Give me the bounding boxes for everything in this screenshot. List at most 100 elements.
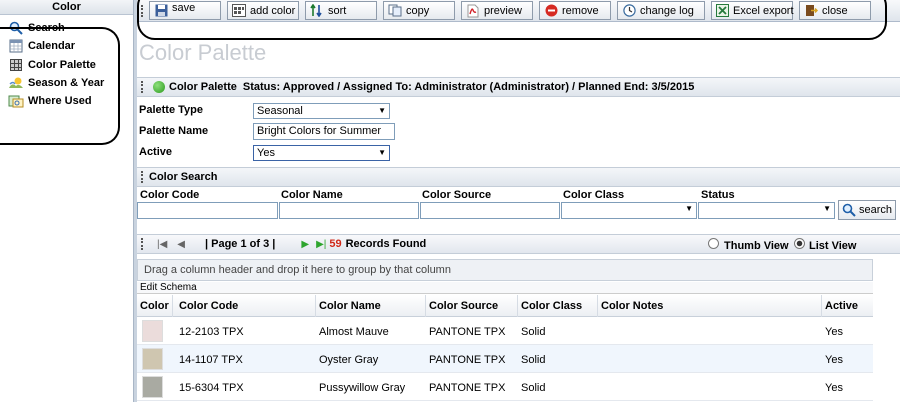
color-code-search-input[interactable] xyxy=(137,202,278,219)
thumb-view-label: Thumb View xyxy=(724,240,789,252)
color-source-search-input[interactable] xyxy=(420,202,560,219)
exit-door-icon xyxy=(804,4,818,17)
excel-icon xyxy=(716,4,729,17)
sidebar-item-label: Calendar xyxy=(28,40,76,53)
page-indicator: | Page 1 of 3 | xyxy=(205,238,276,250)
status-ok-icon xyxy=(153,81,165,93)
palette-name-input[interactable]: Bright Colors for Summer xyxy=(253,123,395,140)
cell-color-class: Solid xyxy=(521,354,546,366)
preview-label: preview xyxy=(484,4,522,17)
change-log-button[interactable]: change log xyxy=(617,1,705,20)
table-row[interactable]: 12-2103 TPX Almost Mauve PANTONE TPX Sol… xyxy=(137,317,873,345)
sidebar-item-color-palette[interactable]: Color Palette xyxy=(0,56,133,74)
close-button[interactable]: close xyxy=(799,1,871,20)
cell-color-name: Pussywillow Gray xyxy=(319,382,406,394)
dropdown-arrow-icon: ▼ xyxy=(378,148,386,157)
sidebar-item-search[interactable]: Search xyxy=(0,19,133,37)
records-found-label: Records Found xyxy=(345,238,427,250)
status-title: Color Palette xyxy=(169,81,237,93)
toolbar: save add color sort copy preview remove … xyxy=(137,0,900,22)
palette-name-value: Bright Colors for Summer xyxy=(257,125,382,137)
color-swatch xyxy=(142,320,163,342)
section-grip[interactable] xyxy=(141,171,144,183)
search-icon xyxy=(8,21,24,35)
copy-icon xyxy=(388,4,402,17)
sidebar-item-calendar[interactable]: Calendar xyxy=(0,37,133,55)
pager-grip[interactable] xyxy=(141,238,144,250)
palette-type-select[interactable]: Seasonal ▼ xyxy=(253,103,390,119)
status-search-select[interactable]: ▼ xyxy=(698,202,835,219)
search-icon xyxy=(842,203,856,217)
cell-color-code: 15-6304 TPX xyxy=(179,382,244,394)
search-button[interactable]: search xyxy=(838,200,896,220)
save-button[interactable]: save xyxy=(149,1,221,20)
column-header-color-name[interactable]: Color Name xyxy=(319,300,381,312)
right-gutter xyxy=(873,259,900,402)
left-navigation-panel: Color Search Calendar Color Palette Seas… xyxy=(0,0,134,402)
prev-page-icon[interactable]: ◀ xyxy=(177,239,185,250)
color-swatch xyxy=(142,348,163,370)
column-header-color[interactable]: Color xyxy=(140,300,169,312)
color-search-bar: Color Search xyxy=(137,167,900,187)
column-header-color-class[interactable]: Color Class xyxy=(521,300,582,312)
table-row[interactable]: 14-1107 TPX Oyster Gray PANTONE TPX Soli… xyxy=(137,345,873,373)
column-header-color-code[interactable]: Color Code xyxy=(179,300,238,312)
cell-color-name: Almost Mauve xyxy=(319,326,389,338)
palette-status-bar: Color Palette Status: Approved / Assigne… xyxy=(137,77,900,97)
close-label: close xyxy=(822,4,848,17)
season-icon xyxy=(8,76,24,90)
search-button-label: search xyxy=(859,204,893,216)
column-header-color-source[interactable]: Color Source xyxy=(429,300,498,312)
cell-active: Yes xyxy=(825,354,843,366)
color-search-headers: Color Code Color Name Color Source Color… xyxy=(137,189,900,203)
edit-schema-link[interactable]: Edit Schema xyxy=(137,282,873,294)
cell-color-class: Solid xyxy=(521,326,546,338)
column-divider xyxy=(315,295,316,317)
cell-color-class: Solid xyxy=(521,382,546,394)
column-header-color-notes[interactable]: Color Notes xyxy=(601,300,663,312)
palette-type-value: Seasonal xyxy=(257,105,303,117)
search-header-status: Status xyxy=(701,189,735,201)
column-divider xyxy=(425,295,426,317)
cell-color-source: PANTONE TPX xyxy=(429,382,506,394)
sidebar-item-where-used[interactable]: Where Used xyxy=(0,92,133,110)
sort-label: sort xyxy=(328,4,347,17)
color-grid: Color Color Code Color Name Color Source… xyxy=(137,295,873,401)
group-by-drop-zone[interactable]: Drag a column header and drop it here to… xyxy=(137,259,873,281)
add-color-label: add color xyxy=(250,4,296,17)
column-header-active[interactable]: Active xyxy=(825,300,858,312)
palette-type-label: Palette Type xyxy=(139,104,203,116)
cell-color-code: 14-1107 TPX xyxy=(179,354,243,366)
sort-button[interactable]: sort xyxy=(305,1,377,20)
dropdown-arrow-icon: ▼ xyxy=(378,106,386,115)
list-view-label: List View xyxy=(809,240,857,252)
table-row[interactable]: 15-6304 TPX Pussywillow Gray PANTONE TPX… xyxy=(137,373,873,401)
cell-active: Yes xyxy=(825,382,843,394)
remove-label: remove xyxy=(562,4,599,17)
next-page-icon[interactable]: ▶ xyxy=(301,239,309,250)
first-page-icon[interactable]: |◀ xyxy=(157,239,167,250)
remove-button[interactable]: remove xyxy=(539,1,611,20)
cell-color-source: PANTONE TPX xyxy=(429,354,506,366)
toolbar-grip[interactable] xyxy=(141,4,144,17)
excel-export-button[interactable]: Excel export xyxy=(711,1,794,20)
column-divider xyxy=(597,295,598,317)
section-grip[interactable] xyxy=(141,81,144,93)
add-color-icon xyxy=(232,4,246,17)
preview-button[interactable]: preview xyxy=(461,1,533,20)
add-color-button[interactable]: add color xyxy=(227,1,299,20)
color-class-search-select[interactable]: ▼ xyxy=(561,202,697,219)
color-name-search-input[interactable] xyxy=(279,202,419,219)
column-divider xyxy=(517,295,518,317)
last-page-icon[interactable]: ▶| xyxy=(316,239,326,250)
color-swatch xyxy=(142,376,163,398)
sidebar-item-season-year[interactable]: Season & Year xyxy=(0,74,133,92)
thumb-view-radio[interactable] xyxy=(708,238,719,249)
active-select[interactable]: Yes ▼ xyxy=(253,145,390,161)
dropdown-arrow-icon: ▼ xyxy=(685,204,693,213)
copy-button[interactable]: copy xyxy=(383,1,455,20)
active-label: Active xyxy=(139,146,173,158)
remove-icon xyxy=(544,4,558,17)
where-used-icon xyxy=(8,94,24,108)
list-view-radio[interactable] xyxy=(794,238,805,249)
